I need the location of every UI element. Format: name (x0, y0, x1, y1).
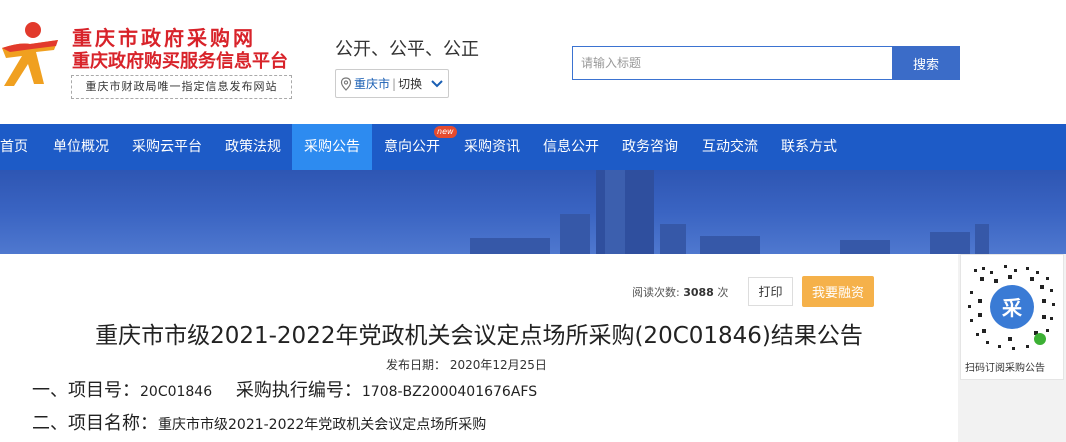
nav-item-home[interactable]: 首页 (0, 124, 28, 170)
search-input[interactable] (572, 46, 893, 80)
site-logo[interactable] (0, 20, 62, 92)
nav-item-interaction[interactable]: 互动交流 (702, 124, 758, 170)
nav-item-intention[interactable]: 意向公开 (384, 124, 440, 170)
chevron-down-icon (431, 79, 443, 87)
read-count-value: 3088 (683, 286, 714, 299)
city-banner (0, 170, 1066, 254)
project-number-value: 20C01846 (140, 384, 213, 400)
main-nav: 首页 单位概况 采购云平台 政策法规 采购公告 意向公开 new 采购资讯 信息… (0, 124, 1066, 170)
site-header: 重庆市政府采购网 重庆政府购买服务信息平台 重庆市财政局唯一指定信息发布网站 公… (0, 0, 1066, 124)
project-name-line: 二、项目名称：重庆市市级2021-2022年党政机关会议定点场所采购 (32, 409, 486, 435)
print-button[interactable]: 打印 (748, 277, 793, 306)
project-number-label: 一、项目号： (32, 380, 140, 401)
finance-button[interactable]: 我要融资 (802, 276, 874, 307)
nav-item-overview[interactable]: 单位概况 (53, 124, 109, 170)
page-title: 重庆市市级2021-2022年党政机关会议定点场所采购(20C01846)结果公… (95, 323, 863, 349)
nav-item-news[interactable]: 采购资讯 (464, 124, 520, 170)
new-badge: new (434, 126, 457, 138)
city-switcher[interactable]: 重庆市 | 切换 (335, 69, 449, 98)
nav-item-policy[interactable]: 政策法规 (225, 124, 281, 170)
qr-card[interactable]: 采 扫码订阅采购公告 (960, 254, 1064, 380)
search-button[interactable]: 搜索 (892, 46, 960, 80)
nav-item-cloud-platform[interactable]: 采购云平台 (132, 124, 202, 170)
slogan: 公开、公平、公正 (335, 39, 479, 60)
nav-item-consult[interactable]: 政务咨询 (622, 124, 678, 170)
nav-item-contact[interactable]: 联系方式 (781, 124, 837, 170)
execution-number-value: 1708-BZ2000401676AFS (361, 384, 538, 400)
qr-code-icon: 采 (968, 265, 1055, 350)
nav-item-procurement-notice[interactable]: 采购公告 (292, 124, 372, 170)
article-content: 阅读次数: 3088 次 打印 我要融资 重庆市市级2021-2022年党政机关… (0, 254, 958, 442)
nav-item-disclosure[interactable]: 信息公开 (543, 124, 599, 170)
read-count-unit: 次 (717, 286, 729, 299)
project-name-label: 二、项目名称： (32, 413, 158, 434)
city-name: 重庆市 (354, 77, 391, 91)
project-number-line: 一、项目号：20C01846 采购执行编号：1708-BZ2000401676A… (32, 376, 537, 402)
qr-caption: 扫码订阅采购公告 (965, 363, 1045, 374)
location-pin-icon (340, 76, 352, 91)
read-count-label: 阅读次数: (632, 286, 680, 299)
site-tagline: 重庆市财政局唯一指定信息发布网站 (71, 75, 292, 99)
execution-number-label: 采购执行编号： (235, 380, 362, 401)
site-subname: 重庆政府购买服务信息平台 (72, 51, 288, 72)
read-count: 阅读次数: 3088 次 (632, 284, 728, 300)
svg-text:采: 采 (1002, 296, 1022, 320)
publish-date: 发布日期： 2020年12月25日 (386, 358, 547, 372)
project-name-value: 重庆市市级2021-2022年党政机关会议定点场所采购 (158, 417, 487, 433)
city-divider: | (392, 76, 397, 91)
city-switch-label: 切换 (398, 77, 423, 91)
